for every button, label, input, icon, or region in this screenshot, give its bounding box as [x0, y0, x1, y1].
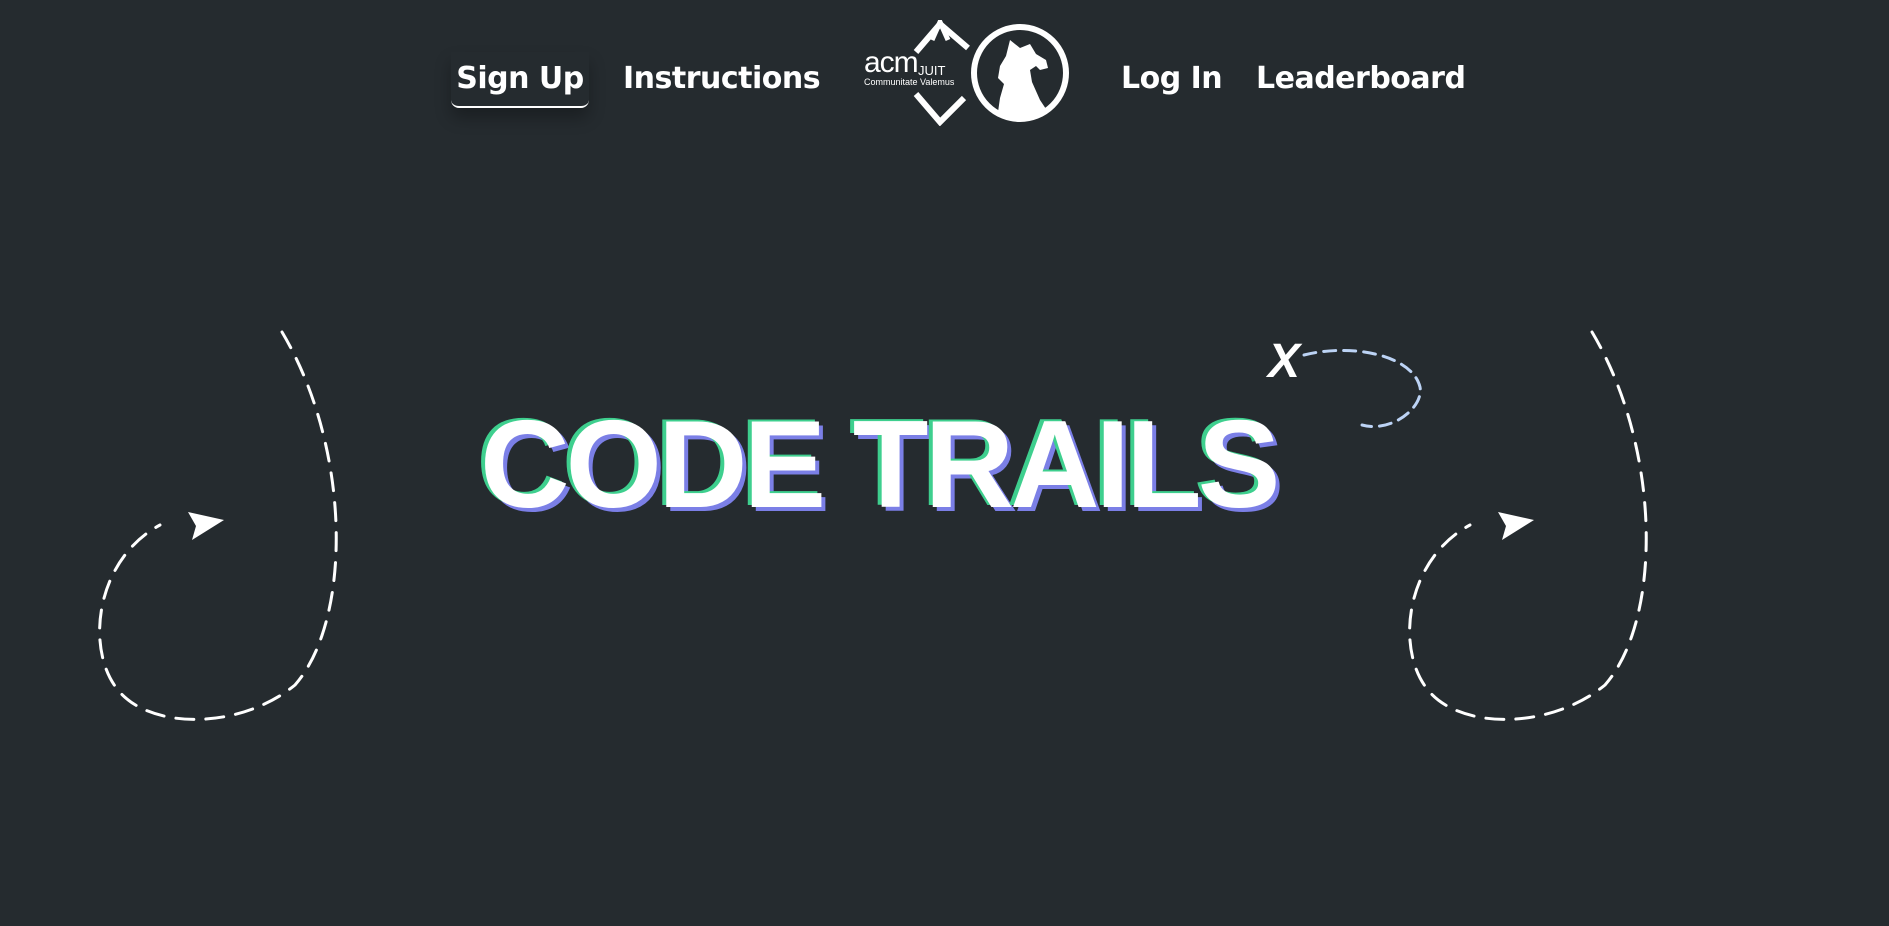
- nav-leaderboard-link[interactable]: Leaderboard: [1256, 52, 1466, 106]
- nav-log-in-link[interactable]: Log In: [1121, 52, 1223, 106]
- hero-title-text: CODE TRAILS: [480, 396, 1276, 525]
- nav-sign-up-link[interactable]: Sign Up: [451, 52, 589, 108]
- nav-instructions-link[interactable]: Instructions: [623, 52, 821, 106]
- logo-juit-text: JUIT: [918, 63, 946, 78]
- x-mark-icon: X: [1265, 335, 1303, 388]
- left-dashed-arrow-trail: [98, 330, 338, 721]
- acm-juit-logo[interactable]: acm JUIT Communitate Valemus: [860, 20, 1070, 126]
- logo-acm-text: acm: [864, 46, 918, 79]
- right-arrow-head-icon: [1498, 512, 1534, 540]
- left-arrow-head-icon: [188, 512, 224, 540]
- wolf-silhouette-icon: [998, 40, 1048, 118]
- logo-motto-text: Communitate Valemus: [864, 77, 955, 87]
- right-dashed-arrow-trail: [1408, 330, 1648, 721]
